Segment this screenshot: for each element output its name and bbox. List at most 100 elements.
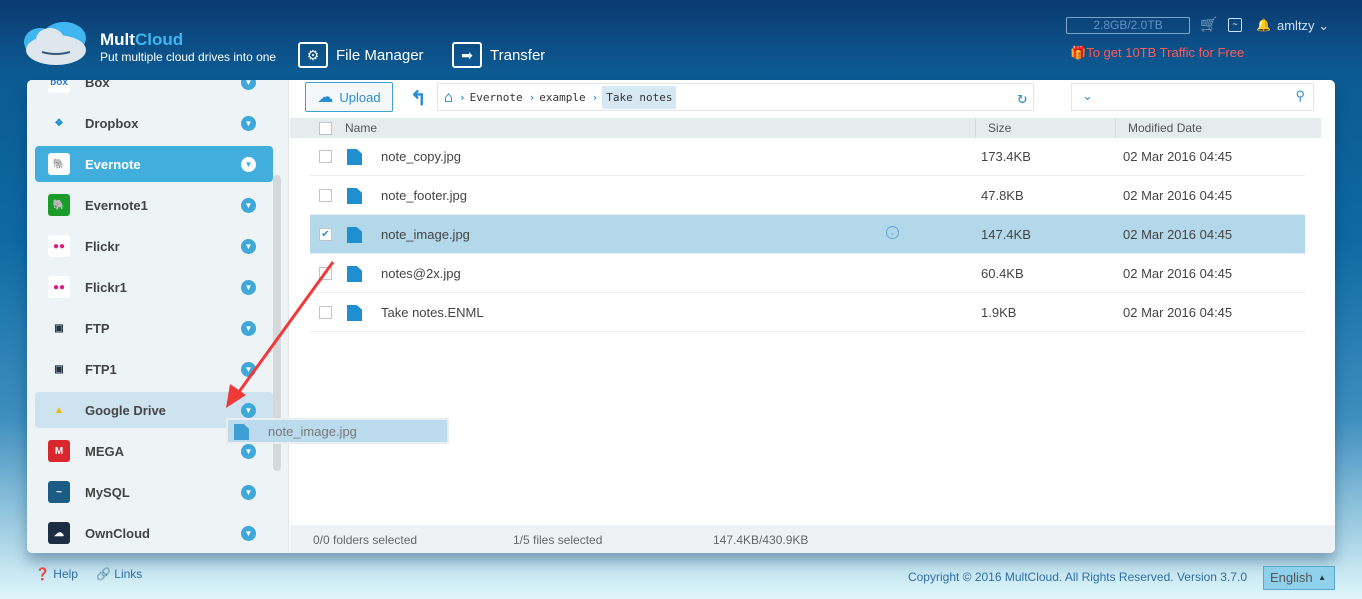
cart-icon[interactable]: 🛒: [1200, 16, 1217, 33]
box-icon: box: [48, 80, 70, 93]
size-selected: 147.4KB/430.9KB: [713, 533, 809, 547]
dropdown-icon[interactable]: ▼: [241, 402, 256, 418]
table-row[interactable]: ✔ note_image.jpg ⌄ 147.4KB 02 Mar 2016 0…: [310, 215, 1305, 254]
sidebar-item-flickr1[interactable]: ●● Flickr1 ▼: [35, 269, 273, 305]
file-name[interactable]: note_footer.jpg: [381, 188, 467, 203]
sidebar-item-label: Dropbox: [85, 115, 139, 131]
folders-selected: 0/0 folders selected: [313, 533, 418, 547]
brand-name: MultCloud: [100, 30, 184, 49]
sidebar-item-mysql[interactable]: ~ MySQL ▼: [35, 474, 273, 510]
dropdown-icon[interactable]: ▼: [241, 115, 256, 131]
evernote-icon: 🐘: [48, 153, 70, 175]
search-input[interactable]: ⌄ ⚲: [1071, 83, 1314, 111]
help-label: Help: [53, 567, 78, 581]
chevron-right-icon: ›: [591, 90, 599, 104]
dropdown-icon[interactable]: ▼: [241, 361, 256, 377]
logo-icon: [20, 20, 92, 66]
help-link[interactable]: ❓ Help: [35, 567, 78, 581]
chevron-right-icon: ›: [459, 90, 466, 104]
dropdown-icon[interactable]: ▼: [241, 156, 256, 172]
promo-link[interactable]: 🎁To get 10TB Traffic for Free: [1070, 45, 1244, 61]
sidebar-item-evernote1[interactable]: 🐘 Evernote1 ▼: [35, 187, 273, 223]
nav-transfer[interactable]: ➡ Transfer: [452, 40, 545, 70]
file-name[interactable]: Take notes.ENML: [381, 305, 484, 320]
owncloud-icon: ☁: [48, 522, 70, 544]
sidebar-item-box[interactable]: box Box ▼: [35, 80, 273, 100]
sidebar-item-flickr[interactable]: ●● Flickr ▼: [35, 228, 273, 264]
row-checkbox[interactable]: [319, 267, 332, 280]
dropdown-icon[interactable]: ▼: [241, 484, 256, 500]
image-file-icon: [347, 227, 362, 243]
up-folder-icon[interactable]: ↰: [410, 86, 427, 111]
dropdown-icon[interactable]: ▼: [241, 197, 256, 213]
file-size: 147.4KB: [981, 227, 1031, 242]
row-checkbox[interactable]: [319, 150, 332, 163]
user-menu[interactable]: amltzy ⌄: [1277, 18, 1329, 34]
breadcrumb-current[interactable]: Take notes: [602, 85, 677, 109]
file-icon: [347, 305, 362, 321]
home-icon[interactable]: ⌂: [444, 88, 453, 106]
activity-icon[interactable]: ~: [1228, 18, 1242, 32]
row-menu-icon[interactable]: ⌄: [886, 226, 899, 239]
select-all-checkbox[interactable]: [319, 122, 332, 135]
evernote-icon: 🐘: [48, 194, 70, 216]
file-name[interactable]: note_image.jpg: [381, 227, 470, 242]
column-name[interactable]: Name: [345, 121, 377, 135]
sidebar-item-dropbox[interactable]: ❖ Dropbox ▼: [35, 105, 273, 141]
drag-label: note_image.jpg: [268, 424, 357, 439]
links-link[interactable]: 🔗 Links: [96, 567, 142, 581]
file-size: 60.4KB: [981, 266, 1024, 281]
sidebar: box Box ▼ ❖ Dropbox ▼ 🐘 Evernote ▼ 🐘 Evernote1 ▼ ●● F…: [27, 80, 289, 553]
dropdown-icon[interactable]: ▼: [241, 80, 256, 90]
ftp-icon: ▣: [54, 322, 64, 334]
row-checkbox[interactable]: ✔: [319, 228, 332, 241]
sidebar-item-label: Evernote: [85, 156, 141, 172]
upload-button[interactable]: ☁ Upload: [305, 82, 393, 112]
status-bar: 0/0 folders selected 1/5 files selected …: [290, 525, 1335, 553]
username: amltzy: [1277, 18, 1315, 33]
file-date: 02 Mar 2016 04:45: [1123, 227, 1233, 242]
sidebar-item-evernote[interactable]: 🐘 Evernote ▼: [35, 146, 273, 182]
mega-icon: M: [48, 440, 70, 462]
storage-quota[interactable]: 2.8GB/2.0TB: [1066, 17, 1190, 34]
sidebar-item-owncloud[interactable]: ☁ OwnCloud ▼: [35, 515, 273, 551]
file-size: 173.4KB: [981, 149, 1031, 164]
table-row[interactable]: notes@2x.jpg 60.4KB 02 Mar 2016 04:45: [310, 254, 1305, 293]
language-select[interactable]: English ▲: [1263, 566, 1335, 590]
sidebar-item-ftp[interactable]: ▣ FTP ▼: [35, 310, 273, 346]
upload-label: Upload: [339, 89, 381, 105]
refresh-icon[interactable]: ↻: [1017, 88, 1027, 107]
chevron-down-icon: ⌄: [1318, 18, 1330, 33]
arrow-right-icon: ➡: [452, 42, 482, 68]
breadcrumb-item[interactable]: example: [539, 91, 585, 104]
column-divider: [1115, 118, 1116, 138]
breadcrumb-item[interactable]: Evernote: [470, 91, 523, 104]
column-size[interactable]: Size: [988, 121, 1011, 135]
table-row[interactable]: Take notes.ENML 1.9KB 02 Mar 2016 04:45: [310, 293, 1305, 332]
image-file-icon: [347, 266, 362, 282]
bell-icon[interactable]: 🔔: [1256, 18, 1271, 32]
row-checkbox[interactable]: [319, 189, 332, 202]
dropdown-icon[interactable]: ▼: [241, 443, 256, 459]
dropdown-icon[interactable]: ▼: [241, 320, 256, 336]
table-row[interactable]: note_copy.jpg 173.4KB 02 Mar 2016 04:45: [310, 137, 1305, 176]
sidebar-item-label: FTP1: [85, 361, 117, 377]
nav-file-manager[interactable]: ⚙ File Manager: [298, 40, 424, 70]
sidebar-item-label: MEGA: [85, 443, 124, 459]
chevron-down-icon[interactable]: ⌄: [1082, 88, 1093, 104]
file-name[interactable]: notes@2x.jpg: [381, 266, 461, 281]
file-name[interactable]: note_copy.jpg: [381, 149, 461, 164]
column-date[interactable]: Modified Date: [1128, 121, 1202, 135]
search-icon[interactable]: ⚲: [1295, 88, 1305, 104]
file-date: 02 Mar 2016 04:45: [1123, 188, 1233, 203]
dropdown-icon[interactable]: ▼: [241, 238, 256, 254]
sidebar-item-ftp1[interactable]: ▣ FTP1 ▼: [35, 351, 273, 387]
file-date: 02 Mar 2016 04:45: [1123, 305, 1233, 320]
drag-ghost: note_image.jpg: [226, 418, 449, 444]
table-row[interactable]: note_footer.jpg 47.8KB 02 Mar 2016 04:45: [310, 176, 1305, 215]
dropdown-icon[interactable]: ▼: [241, 525, 256, 541]
dropdown-icon[interactable]: ▼: [241, 279, 256, 295]
row-checkbox[interactable]: [319, 306, 332, 319]
promo-text: To get 10TB Traffic for Free: [1086, 45, 1245, 60]
drive-list: box Box ▼ ❖ Dropbox ▼ 🐘 Evernote ▼ 🐘 Evernote1 ▼ ●● F…: [35, 80, 273, 553]
